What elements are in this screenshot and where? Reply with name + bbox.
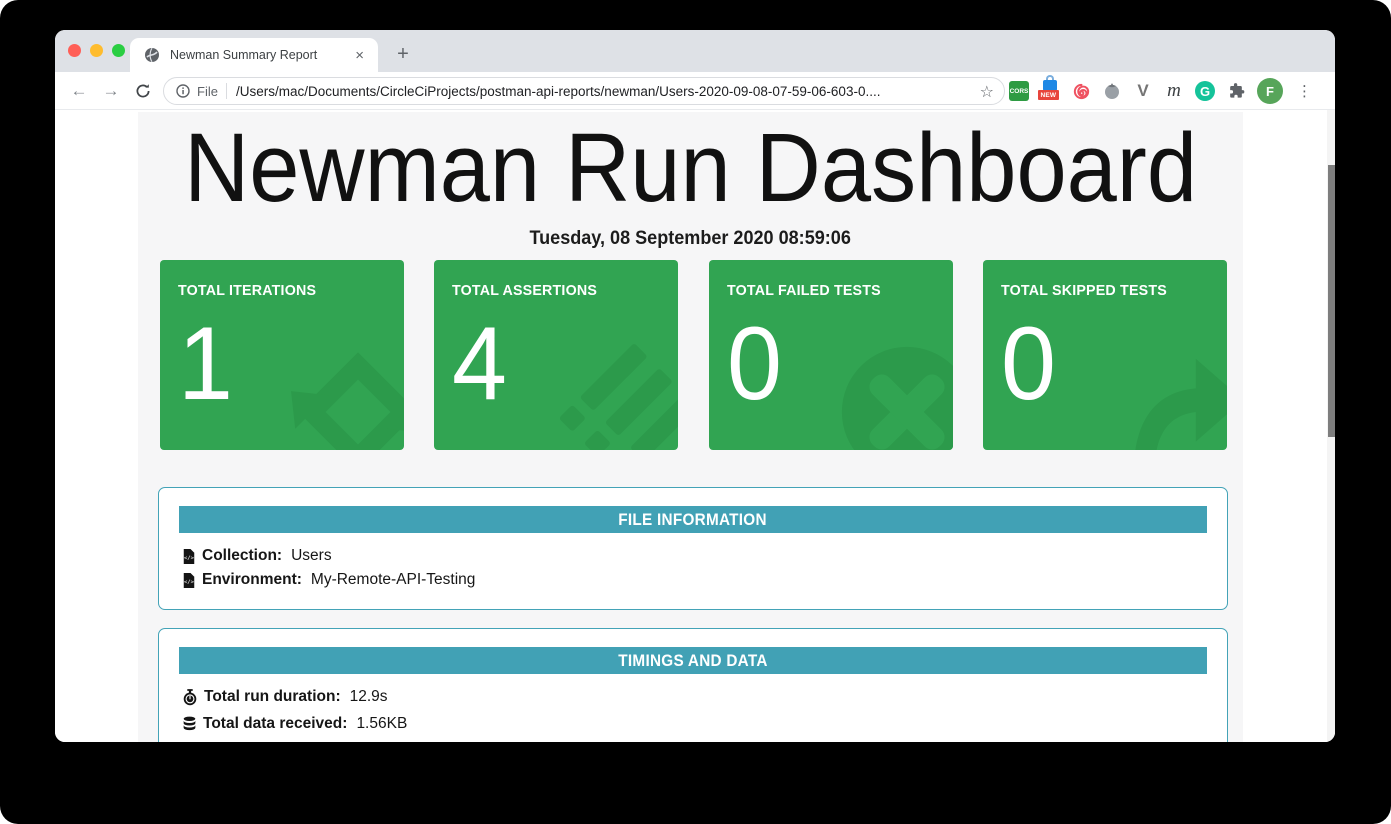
url-divider: [226, 83, 227, 99]
card-label: TOTAL SKIPPED TESTS: [1001, 282, 1167, 299]
back-icon[interactable]: ←: [67, 79, 91, 103]
new-tab-button[interactable]: +: [389, 40, 417, 68]
sync-arrows-icon: [284, 338, 404, 450]
run-timestamp: Tuesday, 08 September 2020 08:59:06: [138, 228, 1243, 250]
scrollbar-track[interactable]: [1327, 110, 1335, 742]
total-iterations-card: TOTAL ITERATIONS 1: [160, 260, 404, 450]
file-information-card: FILE INFORMATION </> Collection: Users: [158, 487, 1228, 610]
timings-and-data-card: TIMINGS AND DATA Total run duration:: [158, 628, 1228, 742]
summary-cards-row: TOTAL ITERATIONS 1: [160, 260, 1227, 450]
screenshot-stage: Newman Summary Report × + ← → F: [0, 0, 1391, 824]
m-extension-icon[interactable]: m: [1164, 81, 1184, 101]
address-bar[interactable]: File /Users/mac/Documents/CircleCiProjec…: [163, 77, 1005, 105]
url-scheme-label: File: [197, 84, 218, 99]
item-value: 12.9s: [350, 688, 388, 706]
average-response-time-row: Average response time: 6.3s: [183, 739, 1227, 742]
file-information-header: FILE INFORMATION: [179, 506, 1207, 533]
file-code-icon: </>: [183, 549, 195, 564]
cors-extension-icon[interactable]: CORS: [1009, 81, 1029, 101]
environment-row: </> Environment: My-Remote-API-Testing: [183, 568, 1227, 592]
item-label: Collection:: [202, 547, 282, 565]
item-value: My-Remote-API-Testing: [311, 571, 476, 589]
extensions-row: CORS NEW V: [1009, 77, 1312, 105]
card-label: TOTAL ASSERTIONS: [452, 282, 597, 299]
menu-dots-icon[interactable]: ⋮: [1297, 82, 1312, 100]
total-run-duration-row: Total run duration: 12.9s: [183, 685, 1227, 709]
stopwatch-icon: [183, 689, 197, 706]
browser-window: Newman Summary Report × + ← → F: [55, 30, 1335, 742]
database-icon: [183, 716, 196, 732]
browser-tab[interactable]: Newman Summary Report ×: [130, 38, 378, 72]
card-label: TOTAL FAILED TESTS: [727, 282, 881, 299]
svg-text:</>: </>: [184, 555, 195, 561]
page-title: Newman Run Dashboard: [138, 114, 1243, 223]
tab-close-icon[interactable]: ×: [351, 46, 368, 65]
tasks-icon: [558, 338, 678, 450]
url-text: /Users/mac/Documents/CircleCiProjects/po…: [236, 84, 972, 99]
page-viewport: Newman Run Dashboard Tuesday, 08 Septemb…: [55, 110, 1335, 742]
card-value: 1: [178, 312, 233, 416]
info-icon[interactable]: [176, 84, 190, 98]
file-code-icon: </>: [183, 573, 195, 588]
tab-title: Newman Summary Report: [170, 48, 351, 62]
total-data-received-row: Total data received: 1.56KB: [183, 712, 1227, 736]
curved-arrow-icon: [1107, 338, 1227, 450]
card-value: 0: [727, 312, 782, 416]
svg-text:</>: </>: [184, 579, 195, 585]
grammarly-extension-icon[interactable]: G: [1195, 81, 1215, 101]
total-failed-tests-card: TOTAL FAILED TESTS 0: [709, 260, 953, 450]
globe-favicon-icon: [144, 47, 160, 63]
minimize-window-button[interactable]: [90, 44, 103, 57]
item-value: 1.56KB: [356, 715, 407, 733]
collection-row: </> Collection: Users: [183, 544, 1227, 568]
item-label: Total data received:: [203, 715, 347, 733]
lock-extension-icon[interactable]: NEW: [1040, 81, 1060, 101]
vimium-extension-icon[interactable]: V: [1133, 81, 1153, 101]
new-badge: NEW: [1038, 90, 1059, 100]
forward-icon[interactable]: →: [99, 79, 123, 103]
card-value: 0: [1001, 312, 1056, 416]
total-skipped-tests-card: TOTAL SKIPPED TESTS 0: [983, 260, 1227, 450]
item-label: Environment:: [202, 571, 302, 589]
timings-header: TIMINGS AND DATA: [179, 647, 1207, 674]
reload-icon[interactable]: [131, 79, 155, 103]
tomato-extension-icon[interactable]: [1102, 81, 1122, 101]
item-value: Users: [291, 547, 331, 565]
spiral-extension-icon[interactable]: [1071, 81, 1091, 101]
profile-avatar[interactable]: F: [1257, 78, 1283, 104]
times-circle-icon: [833, 338, 953, 450]
zoom-window-button[interactable]: [112, 44, 125, 57]
card-value: 4: [452, 312, 507, 416]
card-label: TOTAL ITERATIONS: [178, 282, 316, 299]
scrollbar-thumb[interactable]: [1328, 165, 1335, 437]
close-window-button[interactable]: [68, 44, 81, 57]
tab-bar: Newman Summary Report × +: [55, 30, 1335, 72]
browser-toolbar: ← → File /Users/mac/Documents/CircleCiPr…: [55, 72, 1335, 110]
puzzle-extensions-icon[interactable]: [1226, 81, 1246, 101]
item-label: Total run duration:: [204, 688, 341, 706]
bookmark-star-icon[interactable]: ☆: [980, 82, 994, 101]
report-container: Newman Run Dashboard Tuesday, 08 Septemb…: [138, 112, 1243, 742]
total-assertions-card: TOTAL ASSERTIONS 4: [434, 260, 678, 450]
